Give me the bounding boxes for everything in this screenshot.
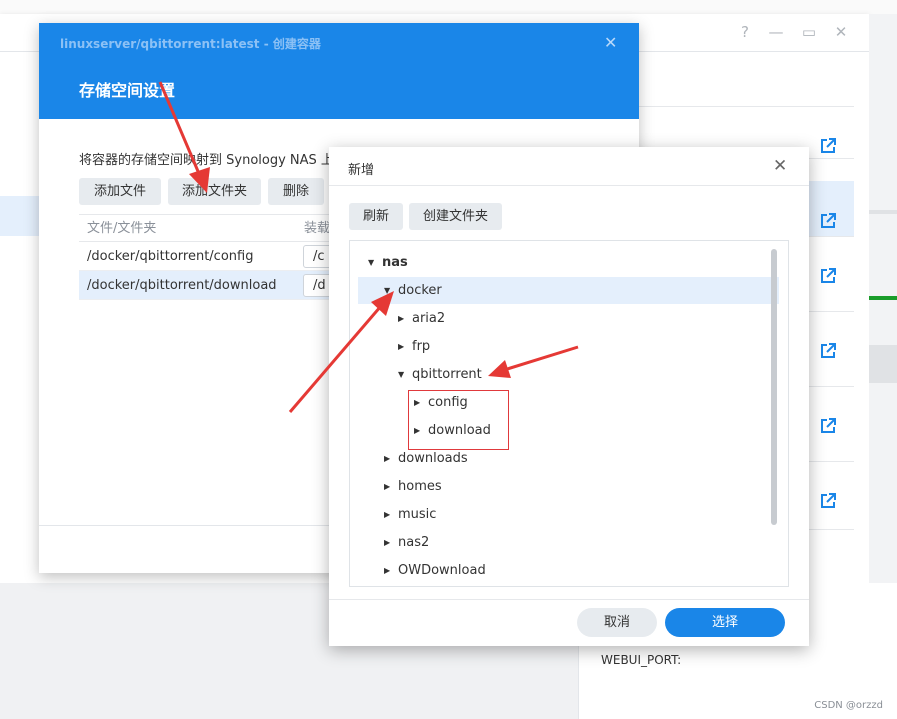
- tree-node-docker[interactable]: ▼ docker: [384, 278, 442, 304]
- tree-scrollbar[interactable]: [771, 249, 777, 525]
- folder-picker-dialog: 新增 ✕ 刷新 创建文件夹 ▼ nas ▼ docker ▶ aria2 ▶ frp ▼…: [329, 147, 809, 646]
- refresh-button[interactable]: 刷新: [349, 203, 403, 230]
- dialog-title: 存储空间设置: [79, 81, 176, 100]
- close-icon[interactable]: ✕: [604, 33, 617, 52]
- tree-node-nas[interactable]: ▼ nas: [368, 250, 408, 276]
- external-link-icon[interactable]: [820, 138, 836, 154]
- volume-path: /docker/qbittorrent/config: [87, 249, 254, 264]
- tree-node-qbittorrent[interactable]: ▼ qbittorrent: [398, 362, 482, 388]
- divider: [329, 185, 809, 186]
- delete-button[interactable]: 删除: [268, 178, 324, 205]
- external-link-icon[interactable]: [820, 213, 836, 229]
- close-icon[interactable]: ✕: [832, 23, 850, 41]
- collapse-caret-icon[interactable]: ▶: [398, 334, 412, 360]
- cancel-button[interactable]: 取消: [577, 608, 657, 637]
- add-file-button[interactable]: 添加文件: [79, 178, 161, 205]
- dialog-title: 新增: [348, 163, 375, 178]
- external-link-icon[interactable]: [820, 493, 836, 509]
- tree-node-nas2[interactable]: ▶ nas2: [384, 530, 429, 556]
- maximize-icon[interactable]: ▭: [800, 23, 818, 41]
- minimize-icon[interactable]: —: [767, 23, 785, 41]
- background-selected-row: [0, 196, 40, 236]
- tree-node-homes[interactable]: ▶ homes: [384, 474, 442, 500]
- table-row[interactable]: /docker/qbittorrent/download /d: [79, 271, 333, 300]
- tree-node-aria2[interactable]: ▶ aria2: [398, 306, 445, 332]
- external-link-icon[interactable]: [820, 418, 836, 434]
- external-link-icon[interactable]: [820, 343, 836, 359]
- divider: [329, 599, 809, 600]
- table-header: 文件/文件夹 装载: [79, 214, 331, 242]
- table-row[interactable]: /docker/qbittorrent/config /c: [79, 242, 333, 271]
- collapse-caret-icon[interactable]: ▶: [384, 502, 398, 528]
- column-header-mount: 装载: [304, 221, 331, 236]
- create-folder-button[interactable]: 创建文件夹: [409, 203, 502, 230]
- column-header-path: 文件/文件夹: [87, 221, 157, 236]
- storage-description: 将容器的存储空间映射到 Synology NAS 上: [79, 153, 334, 168]
- collapse-caret-icon[interactable]: ▶: [384, 558, 398, 584]
- expand-caret-icon[interactable]: ▼: [398, 362, 412, 388]
- background-band: [869, 345, 897, 383]
- tree-node-owdownload[interactable]: ▶ OWDownload: [384, 558, 486, 584]
- dialog-header: linuxserver/qbittorrent:latest - 创建容器 ✕ …: [39, 23, 639, 119]
- desktop-top-strip: [0, 0, 897, 14]
- volume-path: /docker/qbittorrent/download: [87, 278, 277, 293]
- background-band: [869, 210, 897, 214]
- expand-caret-icon[interactable]: ▼: [384, 278, 398, 304]
- status-bar-green: [869, 296, 897, 300]
- tree-node-music[interactable]: ▶ music: [384, 502, 436, 528]
- external-link-icon[interactable]: [820, 268, 836, 284]
- collapse-caret-icon[interactable]: ▶: [384, 530, 398, 556]
- collapse-caret-icon[interactable]: ▶: [384, 446, 398, 472]
- expand-caret-icon[interactable]: ▼: [368, 250, 382, 276]
- annotation-highlight-box: [408, 390, 509, 450]
- help-icon[interactable]: ?: [736, 23, 754, 41]
- dialog-subtitle: linuxserver/qbittorrent:latest - 创建容器: [60, 37, 321, 51]
- watermark: CSDN @orzzd: [814, 700, 883, 711]
- volume-table: 文件/文件夹 装载 /docker/qbittorrent/config /c …: [79, 214, 333, 300]
- select-button[interactable]: 选择: [665, 608, 785, 637]
- add-folder-button[interactable]: 添加文件夹: [168, 178, 261, 205]
- tree-node-frp[interactable]: ▶ frp: [398, 334, 430, 360]
- folder-tree: ▼ nas ▼ docker ▶ aria2 ▶ frp ▼ qbittorrent ▶ c…: [349, 240, 789, 587]
- close-icon[interactable]: ✕: [773, 156, 787, 176]
- collapse-caret-icon[interactable]: ▶: [398, 306, 412, 332]
- webui-port-label: WEBUI_PORT:: [601, 653, 682, 667]
- collapse-caret-icon[interactable]: ▶: [384, 474, 398, 500]
